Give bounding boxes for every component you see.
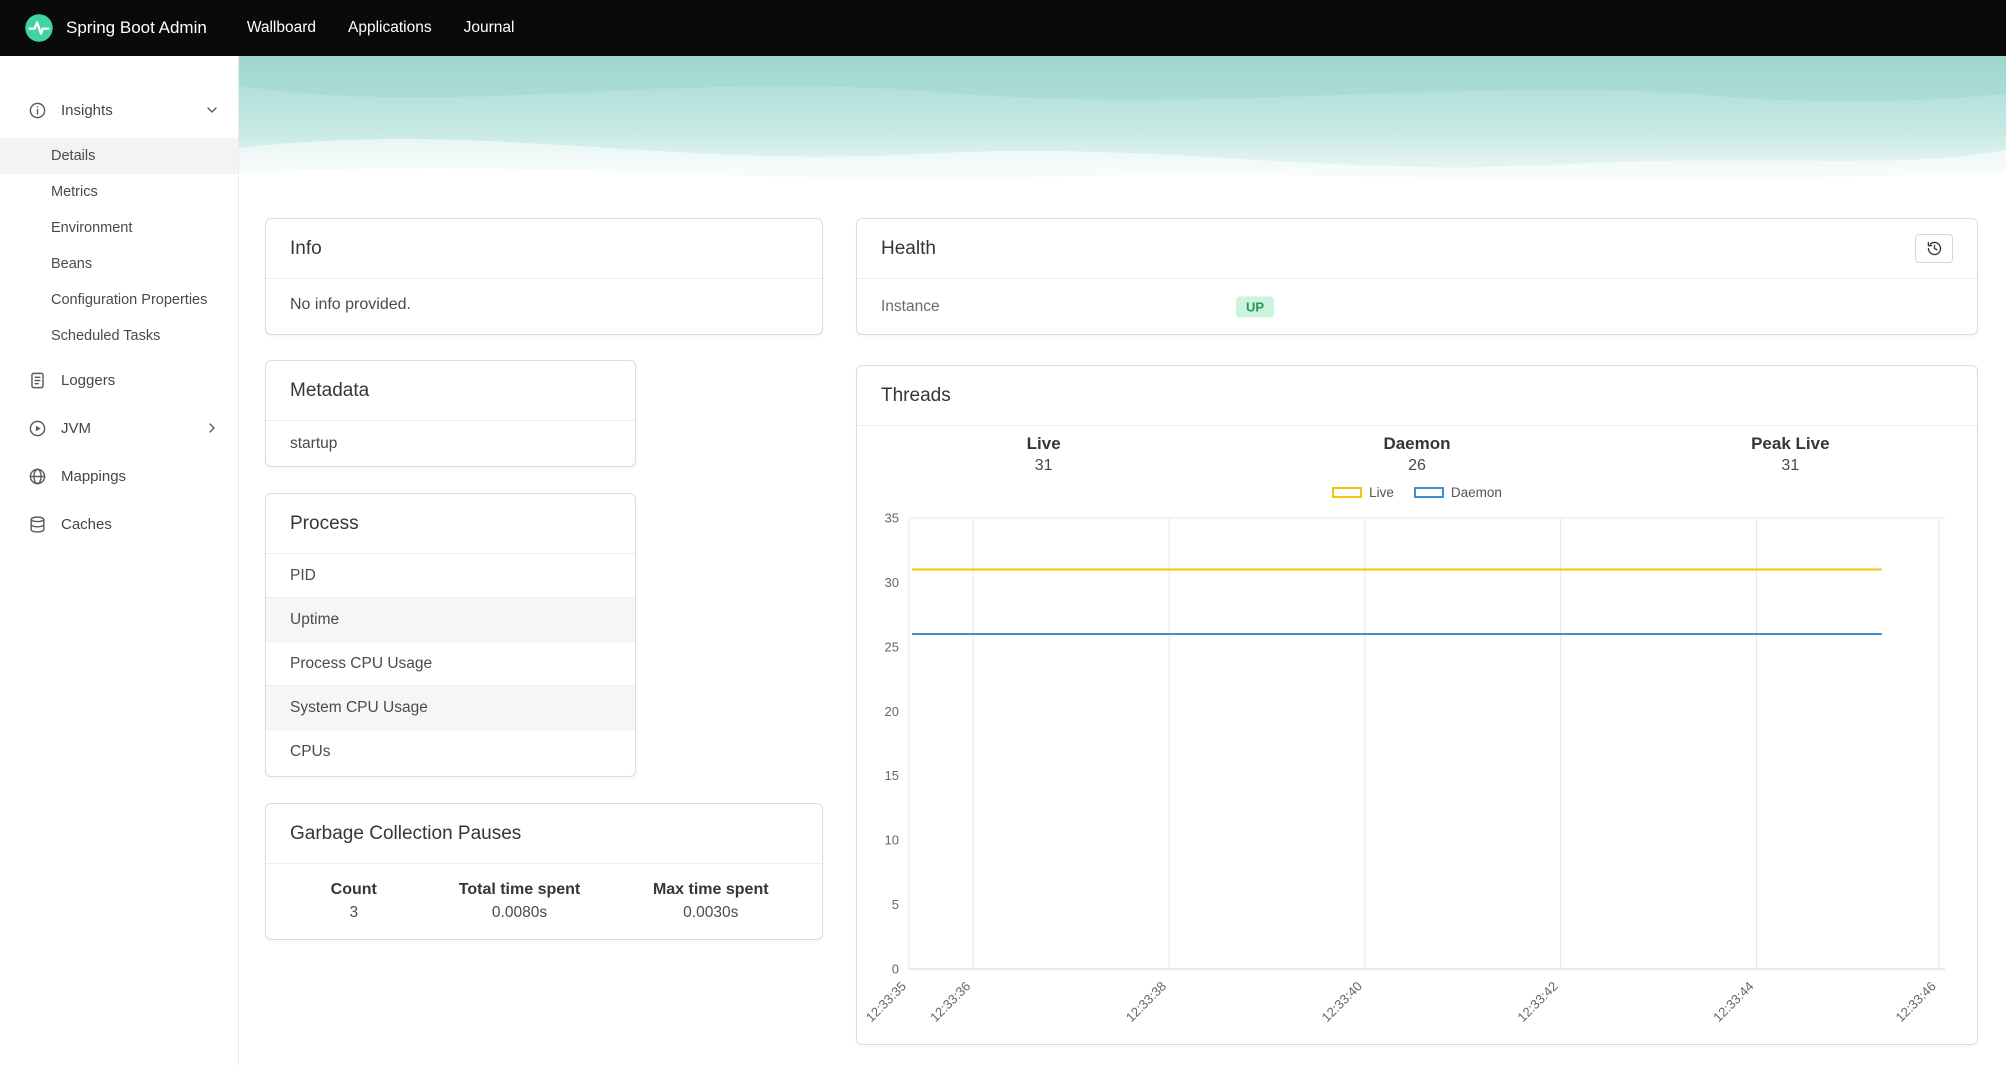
nav-item-wallboard[interactable]: Wallboard — [231, 0, 332, 56]
info-card-title: Info — [290, 237, 322, 259]
health-instance-label: Instance — [881, 297, 940, 315]
threads-chart: 35 30 25 20 15 10 5 0 12:33:35 12:33:36 12:33:38 12… — [857, 508, 1979, 1046]
process-row: CPUs — [290, 743, 331, 760]
app-logo-icon — [24, 13, 54, 43]
database-icon — [28, 515, 47, 534]
process-rows: PID Uptime Process CPU Usage System CPU … — [266, 554, 635, 774]
gc-value: 0.0030s — [683, 904, 739, 921]
nav-item-applications[interactable]: Applications — [332, 0, 448, 56]
sidebar-item-label: Loggers — [61, 371, 116, 389]
sidebar-item-scheduled-tasks[interactable]: Scheduled Tasks — [0, 318, 238, 354]
metadata-key: startup — [290, 434, 338, 452]
sidebar-item-details[interactable]: Details — [0, 138, 238, 174]
sidebar-item-mappings[interactable]: Mappings — [0, 454, 238, 498]
sidebar-item-environment[interactable]: Environment — [0, 210, 238, 246]
svg-text:30: 30 — [885, 575, 899, 590]
app-brand[interactable]: Spring Boot Admin — [0, 13, 219, 43]
history-clock-icon — [1926, 240, 1943, 257]
legend-swatch-live — [1332, 487, 1363, 498]
nav-item-journal[interactable]: Journal — [448, 0, 531, 56]
sidebar-item-label: Caches — [61, 515, 112, 533]
metadata-row: startup — [266, 421, 635, 466]
chevron-right-icon — [204, 420, 220, 436]
sidebar-item-caches[interactable]: Caches — [0, 502, 238, 546]
info-card-body: No info provided. — [290, 296, 411, 313]
sidebar: Insights Details Metrics Environment Bea… — [0, 56, 239, 1066]
process-card-title: Process — [290, 512, 359, 534]
health-card-title: Health — [881, 237, 936, 259]
gc-column-header: Total time spent — [458, 881, 581, 898]
health-card: Health Instance UP — [856, 218, 1978, 335]
svg-text:25: 25 — [885, 639, 899, 654]
health-instance-row: Instance UP — [857, 279, 1977, 334]
svg-text:15: 15 — [885, 768, 899, 783]
info-card: Info No info provided. — [265, 218, 823, 335]
info-circle-icon — [28, 101, 47, 120]
process-row: Uptime — [266, 598, 635, 642]
health-history-button[interactable] — [1915, 234, 1953, 263]
gc-column-header: Max time spent — [652, 881, 769, 898]
gc-card-title: Garbage Collection Pauses — [290, 822, 522, 844]
threads-card: Threads Live 31 Daemon 26 Peak Live 31 L… — [856, 365, 1978, 1045]
process-card: Process PID Uptime Process CPU Usage Sys… — [265, 493, 636, 777]
stat-peak-live: Peak Live 31 — [1751, 434, 1830, 474]
svg-text:0: 0 — [892, 962, 899, 977]
top-navbar: Spring Boot Admin Wallboard Applications… — [0, 0, 2006, 56]
sidebar-item-loggers[interactable]: Loggers — [0, 358, 238, 402]
gc-value: 0.0080s — [491, 904, 548, 921]
metadata-card: Metadata startup — [265, 360, 636, 467]
log-file-icon — [28, 371, 47, 390]
stat-live: Live 31 — [1026, 434, 1061, 474]
gc-value: 3 — [349, 904, 359, 921]
header-wave — [239, 56, 2006, 194]
play-circle-icon — [28, 419, 47, 438]
process-row: PID — [266, 554, 635, 598]
svg-text:12:33:42: 12:33:42 — [1514, 979, 1560, 1025]
app-title: Spring Boot Admin — [66, 18, 207, 37]
stat-daemon: Daemon 26 — [1383, 434, 1451, 474]
svg-text:10: 10 — [885, 833, 899, 848]
gc-table: Count Total time spent Max time spent 3 … — [290, 877, 800, 925]
sidebar-item-label: Insights — [61, 101, 113, 119]
sidebar-item-label: Mappings — [61, 467, 127, 485]
svg-text:35: 35 — [885, 511, 899, 526]
sidebar-item-configuration-properties[interactable]: Configuration Properties — [0, 282, 238, 318]
svg-text:12:33:44: 12:33:44 — [1710, 979, 1756, 1025]
svg-text:20: 20 — [885, 704, 899, 719]
gc-column-header: Count — [330, 881, 377, 898]
legend-swatch-daemon — [1413, 487, 1444, 498]
legend-item-live[interactable]: Live — [1332, 485, 1394, 500]
chart-legend: Live Daemon — [857, 485, 1977, 500]
sidebar-item-jvm[interactable]: JVM — [0, 406, 238, 450]
globe-icon — [28, 467, 47, 486]
svg-text:12:33:36: 12:33:36 — [927, 979, 973, 1025]
main-content: Info No info provided. Metadata startup … — [239, 56, 2006, 1066]
process-row: Process CPU Usage — [266, 642, 635, 686]
svg-text:12:33:35: 12:33:35 — [863, 979, 909, 1025]
svg-text:5: 5 — [892, 897, 899, 912]
threads-chart-svg: 35 30 25 20 15 10 5 0 12:33:35 12:33:36 12:33:38 12… — [863, 511, 1945, 1025]
svg-text:12:33:38: 12:33:38 — [1123, 979, 1169, 1025]
svg-text:12:33:40: 12:33:40 — [1319, 979, 1365, 1025]
gc-values-row: 3 0.0080s 0.0030s — [290, 901, 800, 925]
svg-text:12:33:46: 12:33:46 — [1893, 979, 1939, 1025]
garbage-collection-card: Garbage Collection Pauses Count Total ti… — [265, 803, 823, 940]
chevron-down-icon — [204, 102, 220, 118]
sidebar-item-metrics[interactable]: Metrics — [0, 174, 238, 210]
sidebar-item-insights[interactable]: Insights — [0, 88, 238, 132]
status-badge: UP — [1236, 296, 1275, 317]
sidebar-item-label: JVM — [61, 419, 91, 437]
process-row: System CPU Usage — [266, 686, 635, 730]
metadata-card-title: Metadata — [290, 379, 370, 401]
sidebar-item-beans[interactable]: Beans — [0, 246, 238, 282]
navbar-items: Wallboard Applications Journal — [231, 0, 531, 56]
legend-item-daemon[interactable]: Daemon — [1413, 485, 1502, 500]
threads-stats: Live 31 Daemon 26 Peak Live 31 — [857, 434, 1977, 475]
threads-card-title: Threads — [881, 384, 951, 406]
